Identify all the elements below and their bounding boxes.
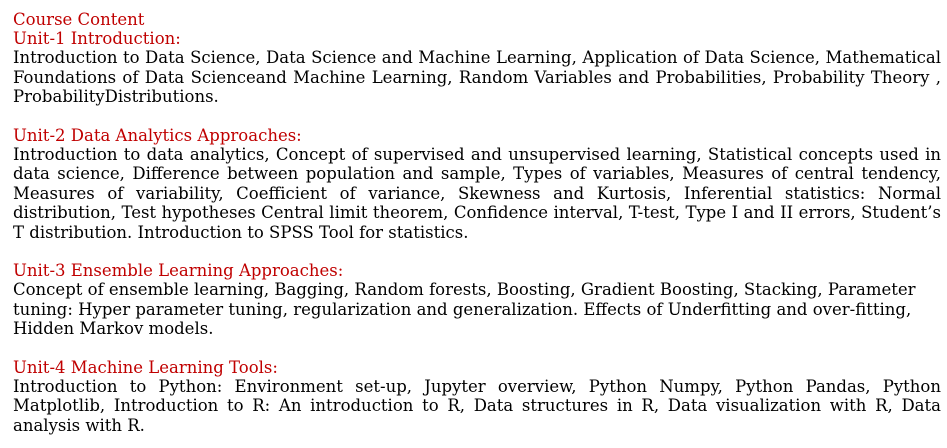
unit-4-section: Unit-4 Machine Learning Tools: Introduct… [13,358,941,436]
unit-4-heading: Unit-4 Machine Learning Tools: [13,357,278,377]
unit-1-heading: Unit-1 Introduction: [13,29,181,48]
unit-3-text: Concept of ensemble learning, Bagging, R… [13,280,916,338]
unit-1-section: Unit-1 Introduction: Introduction to Dat… [13,29,941,107]
unit-3-section: Unit-3 Ensemble Learning Approaches: Con… [13,261,941,339]
unit-2-text: Introduction to data analytics, Concept … [13,144,941,242]
course-content-title: Course Content [13,10,145,29]
unit-2-section: Unit-2 Data Analytics Approaches: Introd… [13,126,941,243]
course-content-document: Course Content Unit-1 Introduction: Intr… [13,10,941,435]
unit-1-text: Introduction to Data Science, Data Scien… [13,48,941,106]
unit-3-heading: Unit-3 Ensemble Learning Approaches: [13,261,344,280]
unit-2-heading: Unit-2 Data Analytics Approaches: [13,125,302,145]
unit-4-text: Introduction to Python: Environment set-… [13,376,941,435]
